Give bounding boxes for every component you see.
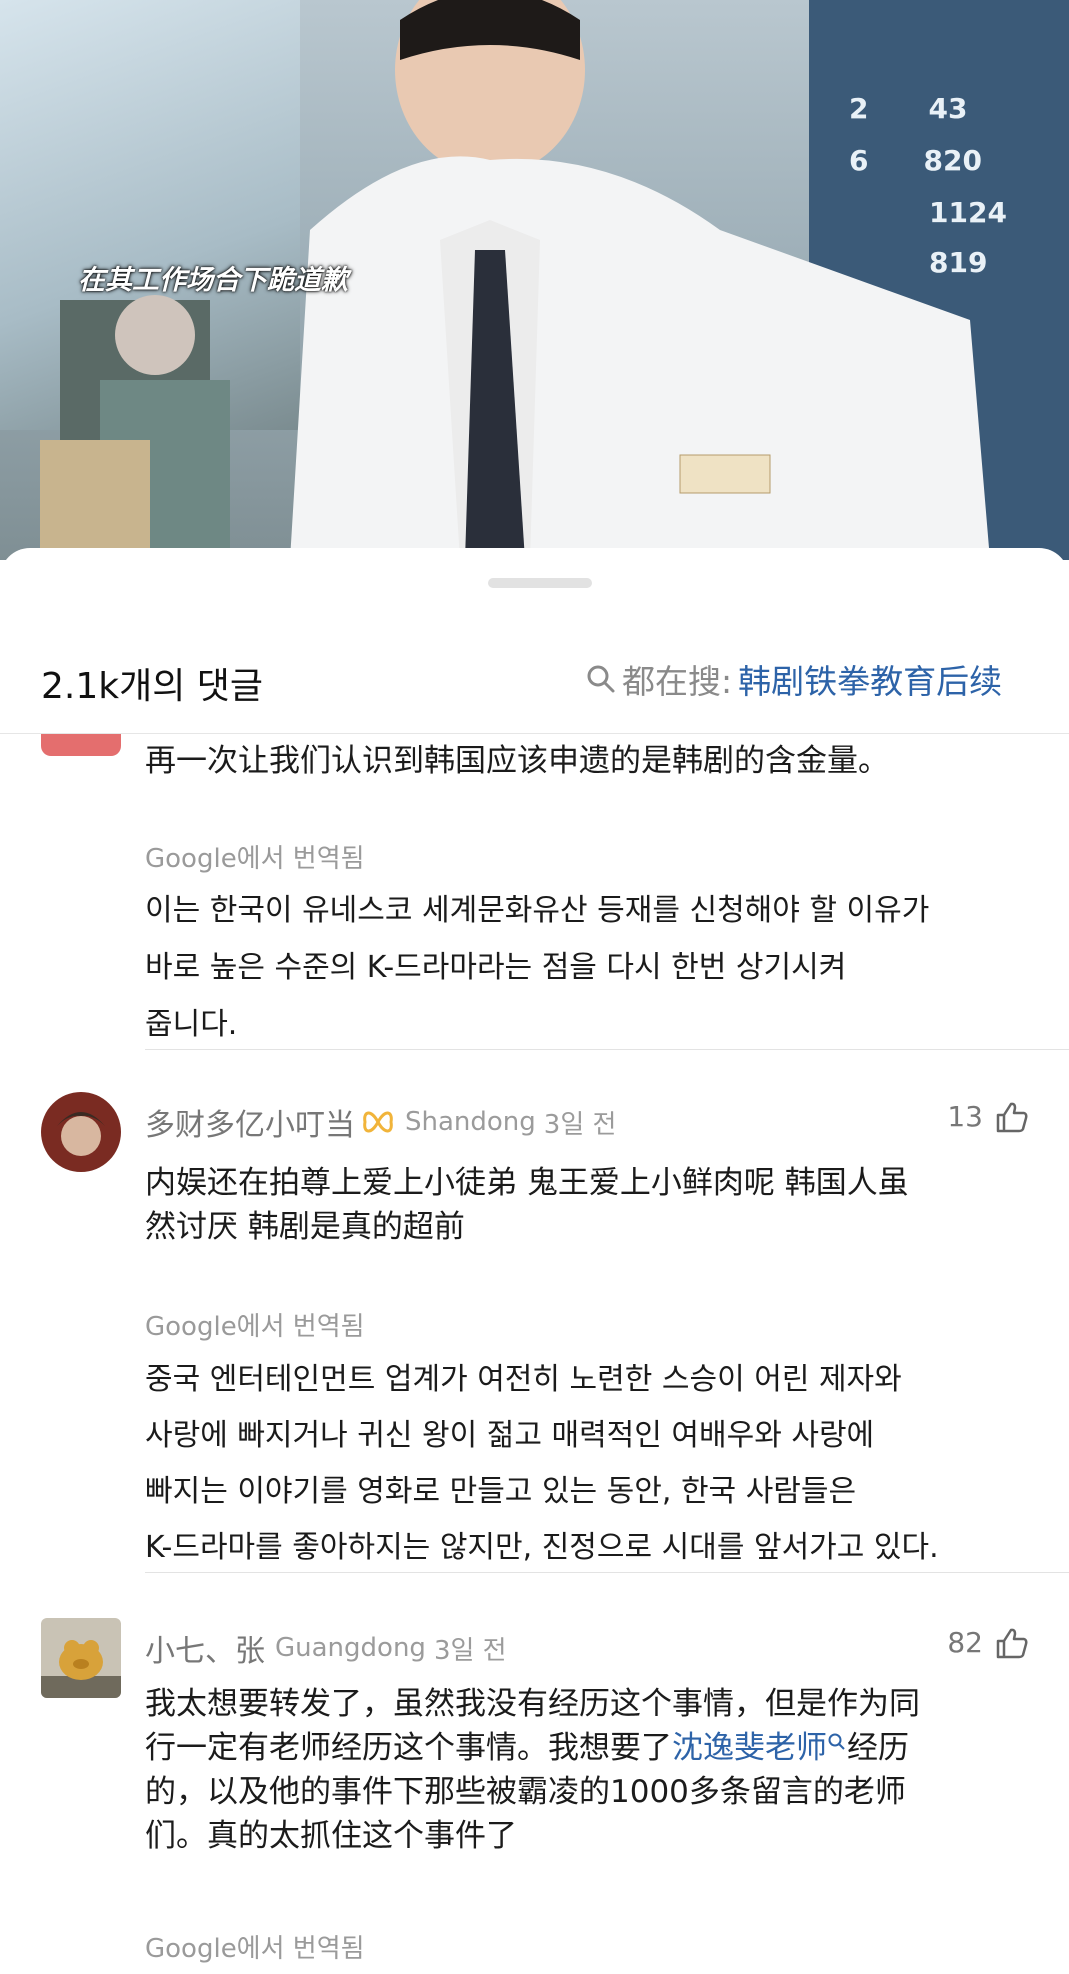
comment-text: 然讨厌 韩剧是真的超前 xyxy=(145,1209,465,1245)
translation-line: K-드라마를 좋아하지는 않지만, 진정으로 시대를 앞서가고 있다. xyxy=(145,1530,939,1565)
like-count: 13 xyxy=(947,1100,983,1133)
thumbs-up-icon xyxy=(996,1628,1028,1658)
avatar[interactable] xyxy=(41,734,121,756)
translation-line: 중국 엔터테인먼트 업계가 여전히 노련한 스승이 어린 제자와 xyxy=(145,1362,902,1397)
search-prefix: 都在搜: xyxy=(622,662,733,701)
translated-label: Google에서 번역됨 xyxy=(145,1312,365,1342)
translation-line: 바로 높은 수준의 K-드라마라는 점을 다시 한번 상기시켜 xyxy=(145,950,847,985)
comment-meta: 小七、张 Guangdong 3일 전 xyxy=(145,1626,507,1670)
like-button[interactable]: 13 xyxy=(947,1100,1029,1133)
video-player[interactable]: 2 43 6 820 1124 819 在其工作场合下跪道歉 xyxy=(0,0,1069,560)
badge-icon xyxy=(363,1111,393,1133)
comment-time: 3일 전 xyxy=(543,1109,617,1140)
user-name[interactable]: 多财多亿小叮当 xyxy=(145,1100,355,1144)
translated-label: Google에서 번역됨 xyxy=(145,1934,365,1964)
thumbs-up-icon xyxy=(996,1102,1028,1132)
translation-line: 사랑에 빠지거나 귀신 왕이 젊고 매력적인 여배우와 사랑에 xyxy=(145,1418,875,1453)
search-term-link[interactable]: 韩剧铁拳教育后续 xyxy=(738,655,1002,703)
person-figure xyxy=(290,0,990,560)
user-name[interactable]: 小七、张 xyxy=(145,1626,265,1670)
trending-search[interactable]: 都在搜: 韩剧铁拳教育后续 xyxy=(586,657,1002,701)
user-location: Guangdong xyxy=(275,1633,426,1663)
comment-text: 再一次让我们认识到韩国应该申遗的是韩剧的含金量。 xyxy=(145,743,889,779)
like-button[interactable]: 82 xyxy=(947,1626,1029,1659)
like-count: 82 xyxy=(947,1626,983,1659)
avatar[interactable] xyxy=(41,1618,121,1698)
comment-divider xyxy=(145,1572,1069,1573)
translation-line: 줍니다. xyxy=(145,1007,238,1042)
comment-divider xyxy=(145,1049,1069,1050)
translation-line: 빠지는 이야기를 영화로 만들고 있는 동안, 한국 사람들은 xyxy=(145,1474,857,1509)
mention-link[interactable]: 沈逸斐老师 xyxy=(672,1730,827,1766)
comment-text: 们。真的太抓住这个事件了 xyxy=(145,1818,517,1854)
user-location: Shandong xyxy=(405,1107,536,1137)
avatar[interactable] xyxy=(41,1092,121,1172)
drag-handle[interactable] xyxy=(488,578,592,588)
translated-label: Google에서 번역됨 xyxy=(145,844,365,874)
comments-count-title: 2.1k개의 댓글 xyxy=(41,666,264,707)
video-subtitle: 在其工作场合下跪道歉 xyxy=(78,265,348,296)
translation-line: 이는 한국이 유네스코 세계문화유산 등재를 신청해야 할 이유가 xyxy=(145,893,930,928)
search-icon xyxy=(828,1733,845,1750)
comment-meta: 多财多亿小叮当 Shandong 3일 전 xyxy=(145,1100,616,1144)
search-icon xyxy=(587,665,615,693)
comment-time: 3일 전 xyxy=(433,1635,507,1666)
